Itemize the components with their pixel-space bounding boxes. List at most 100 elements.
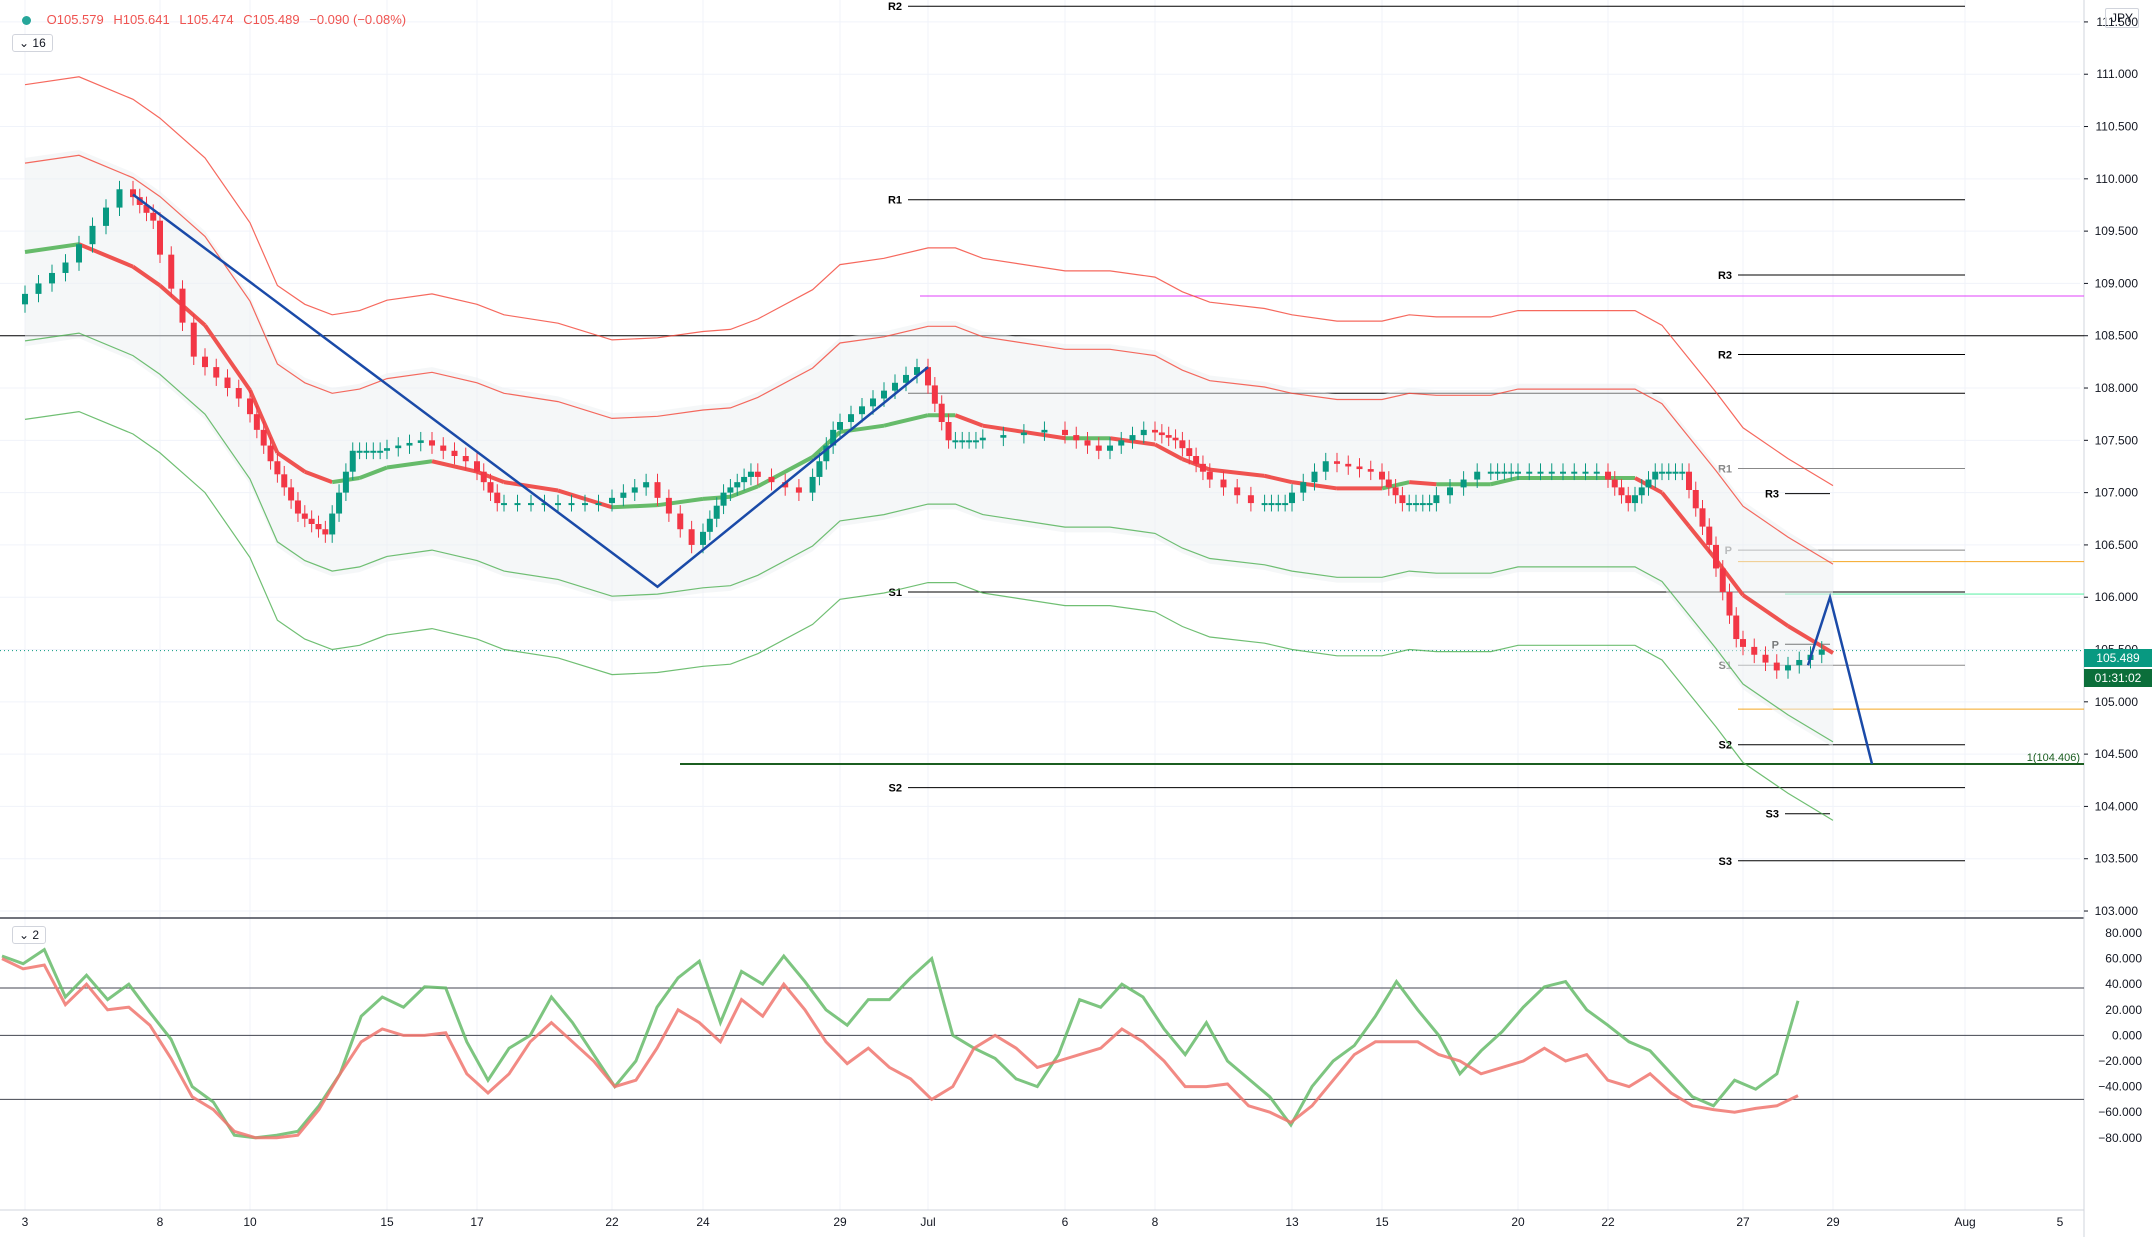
candle-body [1652,471,1659,480]
osc-tick-label: 40.000 [2105,977,2142,991]
time-tick-label: 15 [380,1215,394,1229]
candle-body [224,377,231,389]
time-tick-label: 20 [1511,1215,1525,1229]
legend-low: L105.474 [179,12,234,27]
target-label: 1(104.406) [2027,752,2080,764]
candle-body [213,367,220,378]
candle-body [501,503,507,506]
candle-body [179,288,186,323]
candle-body [356,450,363,453]
candle-body [620,492,627,498]
candle-body [474,461,480,472]
time-tick-label: 24 [696,1215,710,1229]
candle-body [322,529,329,535]
candle-body [462,456,469,462]
price-tick-label: 107.500 [2095,433,2139,447]
price-tick-label: 106.500 [2095,538,2139,552]
candle-body [494,492,501,504]
candle-body [1785,665,1791,671]
candle-body [1487,471,1494,474]
candle-body [190,322,197,357]
candle-body [595,503,602,506]
candle-body [1582,471,1589,474]
pivot-label: R3 [1718,270,1732,282]
time-tick-label: 13 [1285,1215,1299,1229]
candle-body [809,476,816,493]
candle-body [1261,503,1268,506]
osc-tick-label: −40.000 [2098,1080,2142,1094]
countdown-badge: 01:31:02 [2084,669,2152,687]
pivot-label: S2 [889,783,902,795]
candle-body [555,503,561,506]
candle-body [1419,503,1426,506]
candle-body [1399,495,1406,504]
candle-body [1740,639,1746,647]
candle-body [568,503,575,506]
candle-body [1300,482,1307,493]
candle-body [1474,471,1481,480]
price-tick-label: 111.000 [2096,67,2138,81]
candle-body [1129,435,1136,441]
candle-body [972,440,979,443]
candle-body [329,513,336,535]
candle-body [1084,440,1091,446]
time-tick-label: Jul [920,1215,935,1229]
candle-body [931,385,938,404]
candle-body [1165,435,1172,438]
candle-body [301,513,308,519]
candle-body [62,262,69,273]
candle-body [253,414,260,430]
price-tick-label: 106.000 [2095,590,2139,604]
currency-label[interactable]: JPY [2104,8,2139,28]
candle-body [1322,461,1329,472]
candle-body [837,422,843,430]
candle-body [1796,659,1803,666]
candle-body [1367,469,1374,472]
candle-body [1220,479,1227,488]
candle-body [294,500,301,514]
candle-body [1311,471,1318,483]
legend-change: −0.090 (−0.08%) [309,12,407,27]
price-tick-label: 110.000 [2096,172,2139,186]
chart-canvas[interactable]: R2R1S1S2R3R2R1R3PPS1S2S3S31(104.406) 111… [0,0,2152,1237]
time-tick-label: 5 [2057,1215,2064,1229]
candle-body [308,518,315,524]
time-tick-label: 10 [243,1215,257,1229]
time-tick-label: 27 [1736,1215,1750,1229]
candle-body [487,482,494,493]
osc-series-line [1,947,1800,1140]
time-tick-label: 29 [1826,1215,1840,1229]
midline-segment [611,503,658,510]
candle-body [1726,591,1733,616]
candle-body [631,487,638,493]
time-tick-label: Aug [1954,1215,1975,1229]
candle-body [727,487,734,493]
candle-body [451,450,458,457]
ohlc-legend: O105.579 H105.641 L105.474 C105.489 −0.0… [22,12,412,27]
candle-body [768,476,775,483]
indicator-count: 16 [32,36,46,50]
pivot-label: R1 [888,195,902,207]
candle-body [1560,471,1566,474]
candle-body [1152,429,1158,433]
candle-body [1020,432,1027,436]
candle-body [688,529,695,545]
candle-body [363,450,370,453]
candle-body [514,503,521,506]
candle-body [1193,456,1200,464]
candle-body [1385,479,1392,488]
candle-body [1508,471,1515,474]
candle-body [1665,471,1672,474]
candle-body [1073,435,1080,441]
candle-body [1433,495,1440,504]
candle-body [1234,487,1241,496]
indicators-toggle-main[interactable]: ⌄ 16 [12,34,53,52]
candle-body [1334,461,1340,464]
time-tick-label: 6 [1062,1215,1069,1229]
midline-segment [1409,480,1437,487]
time-tick-label: 8 [1152,1215,1159,1229]
chevron-down-icon: ⌄ [19,928,30,942]
candle-body [528,503,534,506]
candle-body [1706,526,1713,545]
indicators-toggle-osc[interactable]: ⌄ 2 [12,926,47,944]
